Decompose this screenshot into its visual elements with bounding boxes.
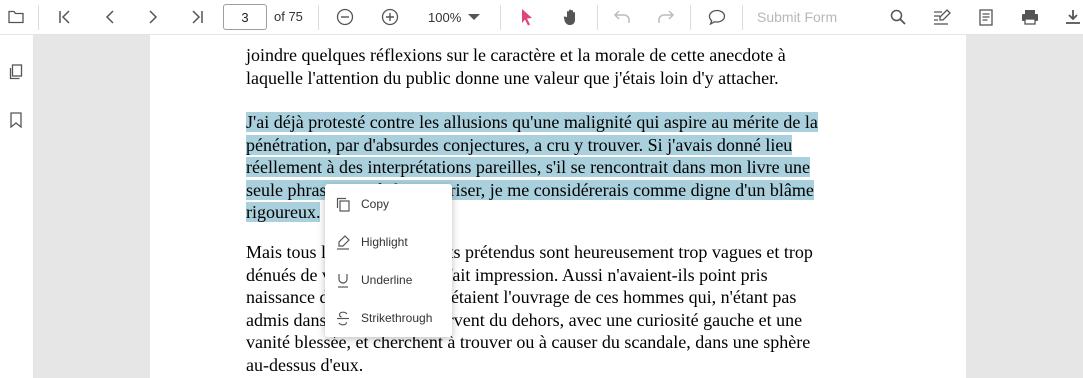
next-page-icon[interactable] xyxy=(142,0,164,34)
highlight-icon xyxy=(325,234,361,250)
download-icon[interactable] xyxy=(1063,0,1083,34)
page-thumbnails-icon[interactable] xyxy=(5,61,27,83)
page-total-label: of 75 xyxy=(274,9,303,24)
selected-text-line: J'ai déjà protesté contre les allusions … xyxy=(246,112,818,132)
chevron-down-icon xyxy=(468,14,481,20)
zoom-dropdown[interactable]: 100% xyxy=(428,0,481,34)
undo-icon[interactable] xyxy=(611,0,633,34)
submit-form-button[interactable]: Submit Form xyxy=(757,0,837,34)
zoom-out-icon[interactable] xyxy=(334,0,356,34)
open-folder-icon[interactable] xyxy=(5,0,27,34)
text-line: laquelle l'attention du public donne une… xyxy=(246,67,779,88)
page-number-input[interactable]: 3 xyxy=(223,4,267,30)
search-icon[interactable] xyxy=(887,0,909,34)
text-line: au-dessus d'eux. xyxy=(246,354,364,375)
text-context-menu: Copy Highlight Underline Strikethrough xyxy=(325,184,452,337)
copy-icon xyxy=(325,197,361,212)
strikethrough-icon xyxy=(325,311,361,326)
pan-hand-icon[interactable] xyxy=(560,0,582,34)
pdf-page[interactable]: joindre quelques réflexions sur le carac… xyxy=(150,35,966,378)
text-select-pointer-icon[interactable] xyxy=(516,0,538,34)
context-copy-item[interactable]: Copy xyxy=(325,186,452,222)
document-viewer[interactable]: joindre quelques réflexions sur le carac… xyxy=(34,35,1083,378)
context-strikethrough-item[interactable]: Strikethrough xyxy=(325,300,452,336)
first-page-icon[interactable] xyxy=(54,0,76,34)
edit-annotation-icon[interactable] xyxy=(931,0,953,34)
last-page-icon[interactable] xyxy=(186,0,208,34)
context-highlight-item[interactable]: Highlight xyxy=(325,224,452,260)
text-line: joindre quelques réflexions sur le carac… xyxy=(246,45,786,65)
toolbar: 3 of 75 100% Submit Form xyxy=(0,0,1083,35)
redo-icon[interactable] xyxy=(655,0,677,34)
left-sidebar xyxy=(0,35,34,378)
underline-icon xyxy=(325,273,361,288)
selected-text-line: réellement à des interprétations pareill… xyxy=(246,157,811,177)
zoom-value: 100% xyxy=(428,9,462,25)
form-fields-icon[interactable] xyxy=(975,0,997,34)
bookmark-icon[interactable] xyxy=(5,109,27,131)
selected-text-line: rigoureux. xyxy=(246,202,321,222)
print-icon[interactable] xyxy=(1019,0,1041,34)
zoom-in-icon[interactable] xyxy=(379,0,401,34)
paragraph-1[interactable]: joindre quelques réflexions sur le carac… xyxy=(246,44,866,89)
selected-text-line: pénétration, par d'absurdes conjectures,… xyxy=(246,134,793,155)
context-underline-item[interactable]: Underline xyxy=(325,262,452,298)
comment-icon[interactable] xyxy=(706,0,728,34)
previous-page-icon[interactable] xyxy=(99,0,121,34)
